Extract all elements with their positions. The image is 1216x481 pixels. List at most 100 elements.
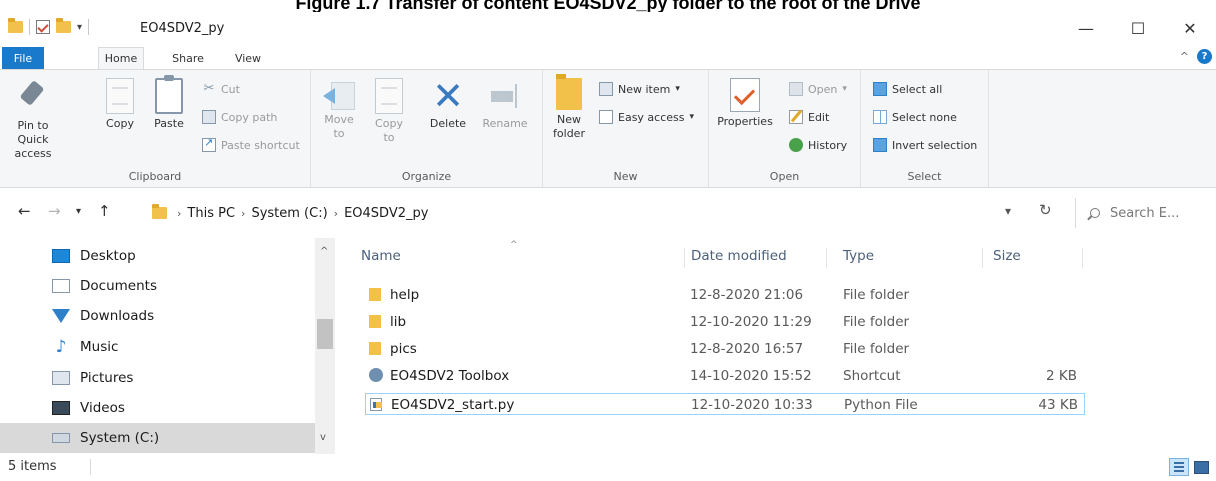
copy-label: Copy: [106, 117, 134, 130]
item-count: 5 items: [8, 459, 57, 474]
nav-item-documents[interactable]: Documents: [52, 271, 312, 301]
recent-locations-chevron-icon[interactable]: ▾: [76, 206, 81, 217]
new-folder-icon[interactable]: [56, 18, 71, 33]
delete-label: Delete: [429, 117, 467, 130]
breadcrumb-this-pc[interactable]: This PC: [187, 206, 235, 221]
ribbon-tabs: File Home Share View ^ ?: [0, 44, 1216, 69]
file-date: 12-10-2020 10:33: [691, 397, 813, 413]
copy-path-button[interactable]: Copy path: [202, 110, 277, 124]
tab-view[interactable]: View: [230, 48, 266, 69]
file-type: File folder: [843, 314, 910, 330]
move-to-button[interactable]: Move to: [321, 78, 357, 141]
column-header-type[interactable]: Type: [837, 248, 983, 268]
history-button[interactable]: History: [789, 138, 847, 152]
paste-shortcut-button[interactable]: Paste shortcut: [202, 136, 300, 152]
address-breadcrumb[interactable]: › This PC › System (C:) › EO4SDV2_py: [140, 198, 1060, 228]
open-button[interactable]: Open ▾: [789, 82, 847, 96]
customize-toolbar-chevron-icon[interactable]: ▾: [77, 22, 82, 33]
cut-button[interactable]: ✂ Cut: [202, 82, 240, 96]
copy-button[interactable]: Copy: [102, 78, 138, 131]
nav-item-system-c[interactable]: System (C:): [0, 423, 315, 453]
delete-button[interactable]: ✕ Delete: [423, 77, 473, 131]
back-arrow-icon[interactable]: ←: [18, 202, 31, 220]
large-icons-view-icon[interactable]: [1192, 459, 1210, 475]
file-row[interactable]: lib 12-10-2020 11:29 File folder: [365, 311, 1085, 333]
scroll-down-arrow-icon[interactable]: v: [320, 432, 326, 443]
file-row[interactable]: help 12-8-2020 21:06 File folder: [365, 284, 1085, 306]
nav-item-videos[interactable]: Videos: [52, 393, 312, 423]
scroll-thumb[interactable]: [317, 319, 333, 349]
search-input[interactable]: Search E...: [1075, 198, 1216, 228]
copy-path-label: Copy path: [221, 110, 278, 124]
pictures-icon: [52, 371, 70, 385]
collapse-ribbon-chevron-icon[interactable]: ^: [1180, 50, 1189, 63]
tab-file[interactable]: File: [2, 47, 44, 69]
forward-arrow-icon[interactable]: →: [48, 202, 61, 220]
select-all-label: Select all: [892, 82, 943, 96]
select-all-button[interactable]: Select all: [873, 82, 942, 96]
new-item-button[interactable]: New item ▾: [599, 82, 680, 96]
column-header-name[interactable]: ^ Name: [355, 240, 685, 268]
breadcrumb-chevron-icon[interactable]: ›: [334, 207, 338, 220]
file-row[interactable]: pics 12-8-2020 16:57 File folder: [365, 338, 1085, 360]
navigation-pane: Desktop Documents Downloads ♪ Music Pict…: [0, 238, 335, 454]
refresh-icon[interactable]: ↻: [1039, 201, 1052, 219]
status-divider: [90, 459, 91, 475]
open-group: Properties Open ▾ Edit History Open: [709, 70, 861, 187]
new-folder-button[interactable]: New folder: [549, 74, 589, 141]
column-header-size[interactable]: Size: [987, 248, 1083, 268]
file-type: Python File: [844, 397, 918, 413]
nav-item-label: Downloads: [80, 308, 155, 324]
toolbox-shortcut-icon: [369, 368, 383, 382]
close-button[interactable]: ✕: [1164, 12, 1216, 44]
nav-scrollbar[interactable]: ^ v: [315, 238, 335, 454]
toolbar-divider: [29, 19, 30, 35]
up-arrow-icon[interactable]: ↑: [98, 202, 111, 220]
pin-to-quick-access-button[interactable]: Pin to Quick access: [4, 78, 62, 161]
nav-item-pictures[interactable]: Pictures: [52, 363, 312, 393]
copy-to-button[interactable]: Copy to: [371, 78, 407, 145]
nav-item-downloads[interactable]: Downloads: [52, 301, 312, 331]
new-folder-icon: [556, 74, 582, 110]
column-header-date[interactable]: Date modified: [685, 248, 827, 268]
address-history-chevron-icon[interactable]: ▾: [1005, 204, 1011, 218]
breadcrumb-chevron-icon[interactable]: ›: [241, 207, 245, 220]
nav-item-music[interactable]: ♪ Music: [52, 332, 312, 362]
easy-access-button[interactable]: Easy access ▾: [599, 110, 694, 124]
properties-check-icon[interactable]: [36, 20, 50, 34]
status-bar: 5 items: [0, 454, 1216, 481]
select-none-button[interactable]: Select none: [873, 110, 957, 124]
breadcrumb-chevron-icon[interactable]: ›: [177, 207, 181, 220]
breadcrumb-system-c[interactable]: System (C:): [251, 206, 327, 221]
invert-selection-button[interactable]: Invert selection: [873, 138, 977, 152]
nav-item-desktop[interactable]: Desktop: [52, 241, 312, 271]
paste-button[interactable]: Paste: [150, 75, 188, 131]
file-row-selected[interactable]: EO4SDV2_start.py 12-10-2020 10:33 Python…: [365, 393, 1085, 415]
chevron-down-icon: ▾: [689, 112, 695, 122]
scroll-up-arrow-icon[interactable]: ^: [320, 246, 328, 257]
tab-share[interactable]: Share: [168, 48, 208, 69]
rename-button[interactable]: Rename: [479, 78, 531, 131]
properties-button[interactable]: Properties: [715, 78, 775, 129]
breadcrumb-current-folder[interactable]: EO4SDV2_py: [344, 206, 428, 221]
file-name: EO4SDV2 Toolbox: [390, 368, 510, 384]
paste-shortcut-icon: [202, 136, 216, 152]
file-name: lib: [390, 314, 407, 330]
easy-access-icon: [599, 110, 613, 124]
chevron-down-icon: ▾: [675, 84, 680, 94]
details-view-icon[interactable]: [1169, 458, 1189, 476]
file-type: File folder: [843, 341, 910, 357]
maximize-button[interactable]: ☐: [1112, 12, 1164, 44]
python-file-icon: [370, 398, 382, 411]
folder-icon: [369, 342, 381, 355]
pin-icon: [17, 78, 49, 116]
edit-button[interactable]: Edit: [789, 110, 829, 124]
scissors-icon: ✂: [203, 81, 215, 96]
tab-home[interactable]: Home: [98, 47, 144, 69]
new-item-icon: [599, 82, 613, 96]
help-icon[interactable]: ?: [1197, 49, 1212, 64]
minimize-button[interactable]: —: [1060, 12, 1112, 44]
file-row[interactable]: EO4SDV2 Toolbox 14-10-2020 15:52 Shortcu…: [365, 365, 1085, 387]
copy-path-icon: [202, 110, 216, 124]
select-none-label: Select none: [892, 110, 957, 124]
